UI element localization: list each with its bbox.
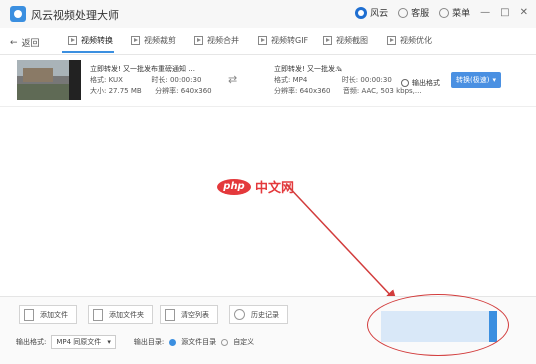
chevron-down-icon: ▾ [107, 338, 111, 346]
history-label: 历史记录 [251, 310, 279, 319]
folder-icon [93, 308, 103, 321]
add-file-button[interactable]: 添加文件 [19, 305, 77, 324]
add-file-label: 添加文件 [40, 310, 68, 319]
add-folder-label: 添加文件夹 [109, 310, 144, 319]
radio-custom-dir[interactable] [221, 338, 229, 346]
radio-source-dir[interactable] [169, 338, 177, 346]
history-button[interactable]: 历史记录 [229, 305, 288, 324]
output-format-value: MP4 同原文件 [56, 338, 102, 346]
output-format-label: 输出格式: [16, 338, 47, 346]
output-format-select[interactable]: MP4 同原文件 ▾ [51, 335, 116, 349]
clear-list-button[interactable]: 清空列表 [160, 305, 218, 324]
highlight-ellipse [367, 294, 509, 356]
source-dir-label: 源文件目录 [181, 338, 217, 346]
custom-dir-label: 自定义 [233, 338, 255, 346]
add-folder-button[interactable]: 添加文件夹 [88, 305, 153, 324]
clear-list-label: 清空列表 [181, 310, 209, 319]
output-dir-label: 输出目录: [133, 338, 165, 346]
clock-icon [234, 309, 245, 320]
trash-icon [165, 308, 175, 321]
file-icon [24, 308, 34, 321]
output-settings: 输出格式: MP4 同原文件 ▾ 输出目录: 源文件目录 自定义 [16, 335, 254, 349]
